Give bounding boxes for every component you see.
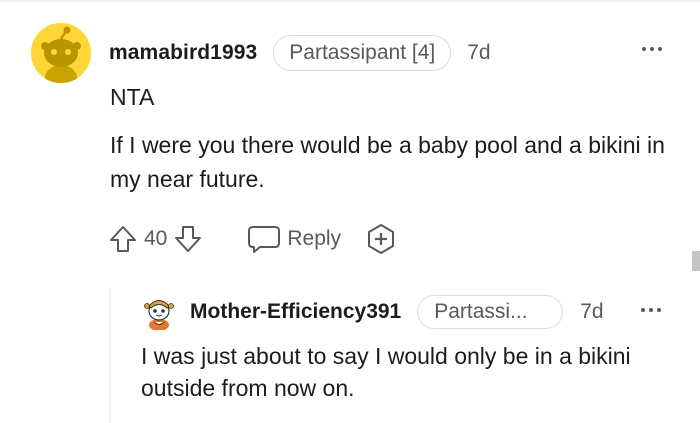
scrollbar-thumb[interactable]	[692, 251, 700, 271]
comment-verdict: NTA	[110, 84, 155, 110]
downvote-arrow-icon[interactable]	[173, 224, 203, 254]
comment-body: If I were you there would be a baby pool…	[110, 132, 665, 192]
top-divider	[0, 0, 700, 2]
reply-button[interactable]: Reply	[247, 224, 341, 254]
upvote-arrow-icon[interactable]	[108, 224, 138, 254]
vote-score: 40	[144, 227, 168, 250]
snoo-avatar-costume-icon	[144, 300, 174, 330]
ellipsis-icon	[641, 308, 645, 312]
comment-actions: 40 Reply	[108, 222, 397, 256]
reply-more-options-button[interactable]	[641, 308, 661, 312]
reply-user-avatar[interactable]	[141, 294, 177, 330]
comment-header: mamabird1993 Partassipant [4] 7d	[109, 34, 491, 72]
comment-timestamp[interactable]: 7d	[467, 41, 490, 65]
speech-bubble-icon	[248, 226, 281, 253]
reply-user-flair: Partassi...	[417, 294, 564, 329]
reply-body: I was just about to say I would only be …	[141, 343, 631, 401]
user-flair: Partassipant [4]	[273, 35, 452, 71]
more-options-button[interactable]	[642, 47, 662, 51]
comment-username[interactable]: mamabird1993	[109, 41, 257, 65]
reply-header: Mother-Efficiency391 Partassi... 7d	[190, 294, 604, 329]
reply-label: Reply	[287, 227, 342, 250]
reply-timestamp[interactable]: 7d	[580, 300, 603, 324]
ellipsis-icon	[642, 47, 646, 51]
user-avatar[interactable]	[31, 23, 91, 83]
award-button[interactable]	[365, 223, 397, 255]
snoo-avatar-icon	[31, 23, 91, 83]
award-plus-icon	[368, 224, 395, 254]
thread-line[interactable]	[109, 289, 111, 423]
reply-username[interactable]: Mother-Efficiency391	[190, 300, 401, 324]
